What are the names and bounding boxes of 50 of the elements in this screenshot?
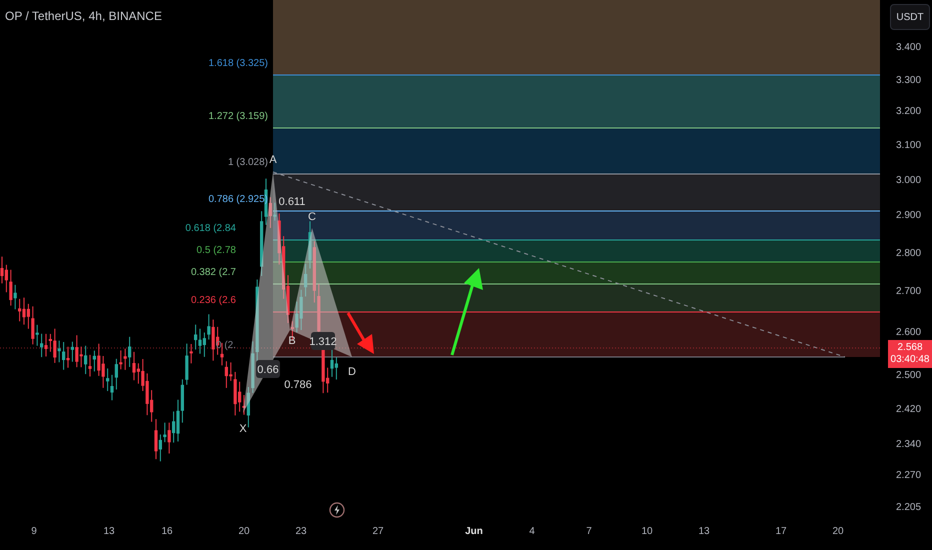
fib-level-label: 1 (3.028) <box>228 157 268 168</box>
time-tick-label: 16 <box>160 526 174 537</box>
down-arrow-icon <box>346 312 374 354</box>
fib-level-label: 0.236 (2.6 <box>190 295 236 306</box>
time-tick-label: 7 <box>585 526 593 537</box>
pattern-point-label: B <box>288 335 296 347</box>
up-arrow-icon <box>450 268 483 356</box>
time-tick-label: 20 <box>237 526 251 537</box>
last-price: 2.568 <box>897 342 923 354</box>
pattern-point-label: A <box>269 154 277 166</box>
time-tick-label: 23 <box>294 526 308 537</box>
fib-level-label: 1.618 (3.325) <box>208 58 268 69</box>
time-tick-label: 27 <box>371 526 385 537</box>
symbol-title: OP / TetherUS, 4h, BINANCE <box>5 9 162 23</box>
price-tick-label: 3.300 <box>896 75 922 86</box>
lightning-icon[interactable] <box>329 502 345 518</box>
time-tick-label: 4 <box>528 526 536 537</box>
price-tick-label: 3.200 <box>896 106 922 117</box>
price-tick-label: 3.400 <box>896 42 922 53</box>
time-tick-label: 13 <box>697 526 711 537</box>
fib-level-label: 0.618 (2.84 <box>185 223 236 234</box>
ratio-label: 1.312 <box>309 332 337 350</box>
pattern-point-label: D <box>348 366 356 378</box>
fib-level-label: 0.5 (2.78 <box>196 245 236 256</box>
bar-countdown: 03:40:48 <box>890 354 930 366</box>
price-tick-label: 3.100 <box>896 140 922 151</box>
time-tick-label: Jun <box>464 526 484 537</box>
ratio-label: 0.786 <box>284 379 312 391</box>
time-tick-label: 20 <box>831 526 845 537</box>
price-tick-label: 2.270 <box>896 470 922 481</box>
price-tick-label: 2.500 <box>896 370 922 381</box>
price-tick-label: 2.420 <box>896 404 922 415</box>
price-tick-label: 2.205 <box>896 502 922 513</box>
ratio-label: 0.611 <box>278 196 306 208</box>
price-tick-label: 2.900 <box>896 210 922 221</box>
time-tick-label: 13 <box>102 526 116 537</box>
pattern-point-label: X <box>239 423 247 435</box>
time-tick-label: 9 <box>30 526 38 537</box>
price-tick-label: 2.800 <box>896 248 922 259</box>
price-tick-label: 2.340 <box>896 439 922 450</box>
fib-level-label: 1.272 (3.159) <box>208 111 268 122</box>
price-tick-label: 3.000 <box>896 175 922 186</box>
time-tick-label: 10 <box>640 526 654 537</box>
price-tick-label: 2.600 <box>896 327 922 338</box>
ratio-label: 0.66 <box>256 360 280 378</box>
pattern-point-label: C <box>308 211 316 223</box>
time-tick-label: 17 <box>774 526 788 537</box>
price-tick-label: 2.700 <box>896 286 922 297</box>
fib-level-label: 0.382 (2.7 <box>190 267 236 278</box>
currency-button[interactable]: USDT <box>890 4 930 30</box>
